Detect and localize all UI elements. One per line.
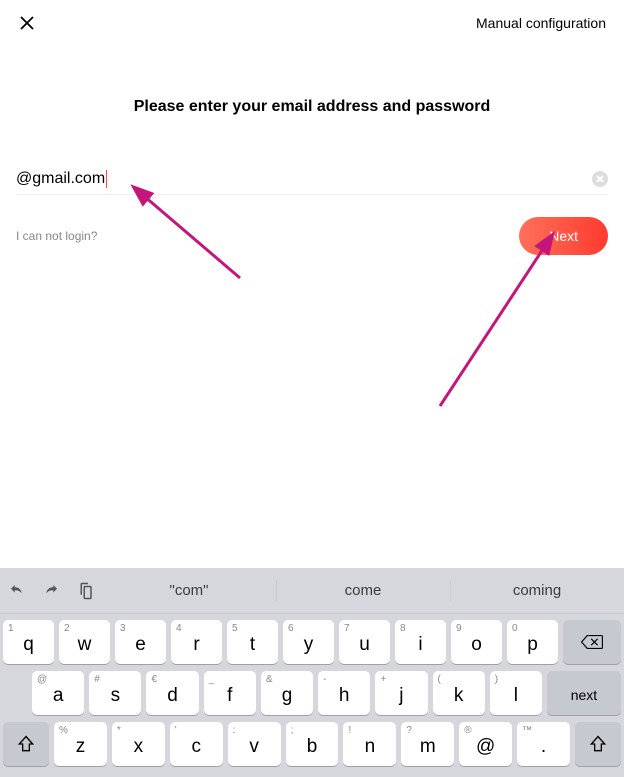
keyboard-row-3: %z*x'c:v;b!n?m®@™. bbox=[3, 722, 621, 766]
key-.[interactable]: ™. bbox=[517, 722, 570, 766]
key-l[interactable]: )l bbox=[490, 671, 542, 715]
key-z[interactable]: %z bbox=[54, 722, 107, 766]
clear-input-icon[interactable] bbox=[592, 171, 608, 187]
key-n[interactable]: !n bbox=[343, 722, 396, 766]
manual-configuration-link[interactable]: Manual configuration bbox=[476, 15, 606, 31]
keyboard-suggestions: "com" come coming bbox=[102, 570, 624, 611]
close-icon[interactable] bbox=[18, 14, 36, 32]
key-m[interactable]: ?m bbox=[401, 722, 454, 766]
key-r[interactable]: 4r bbox=[171, 620, 222, 664]
key-g[interactable]: &g bbox=[261, 671, 313, 715]
key-j[interactable]: +j bbox=[375, 671, 427, 715]
key-t[interactable]: 5t bbox=[227, 620, 278, 664]
keyboard-toolbar: "com" come coming bbox=[0, 568, 624, 614]
key-o[interactable]: 9o bbox=[451, 620, 502, 664]
key-w[interactable]: 2w bbox=[59, 620, 110, 664]
key-y[interactable]: 6y bbox=[283, 620, 334, 664]
key-b[interactable]: ;b bbox=[286, 722, 339, 766]
key-q[interactable]: 1q bbox=[3, 620, 54, 664]
key-x[interactable]: *x bbox=[112, 722, 165, 766]
page-title: Please enter your email address and pass… bbox=[0, 98, 624, 116]
keyboard-suggestion[interactable]: "com" bbox=[102, 570, 276, 611]
clipboard-icon[interactable] bbox=[68, 582, 102, 600]
key-v[interactable]: :v bbox=[228, 722, 281, 766]
key-s[interactable]: #s bbox=[89, 671, 141, 715]
key-d[interactable]: €d bbox=[146, 671, 198, 715]
key-f[interactable]: _f bbox=[204, 671, 256, 715]
key-u[interactable]: 7u bbox=[339, 620, 390, 664]
keyboard-next-key[interactable]: next bbox=[547, 671, 621, 715]
key-h[interactable]: -h bbox=[318, 671, 370, 715]
key-c[interactable]: 'c bbox=[170, 722, 223, 766]
keyboard-suggestion[interactable]: come bbox=[276, 570, 450, 611]
on-screen-keyboard: "com" come coming 1q2w3e4r5t6y7u8i9o0p @… bbox=[0, 568, 624, 777]
key-e[interactable]: 3e bbox=[115, 620, 166, 664]
keyboard-row-2: @a#s€d_f&g-h+j(k)lnext bbox=[3, 671, 621, 715]
annotation-arrow-to-next bbox=[400, 236, 580, 421]
redo-icon[interactable] bbox=[34, 582, 68, 600]
email-input-row: @gmail.com bbox=[16, 170, 608, 195]
key-k[interactable]: (k bbox=[433, 671, 485, 715]
undo-icon[interactable] bbox=[0, 582, 34, 600]
key-p[interactable]: 0p bbox=[507, 620, 558, 664]
keyboard-suggestion[interactable]: coming bbox=[450, 570, 624, 611]
key-@[interactable]: ®@ bbox=[459, 722, 512, 766]
key-a[interactable]: @a bbox=[32, 671, 84, 715]
shift-key-left[interactable] bbox=[3, 722, 49, 766]
header-bar: Manual configuration bbox=[0, 0, 624, 42]
action-row: I can not login? Next bbox=[16, 217, 608, 255]
keyboard-rows: 1q2w3e4r5t6y7u8i9o0p @a#s€d_f&g-h+j(k)ln… bbox=[0, 614, 624, 766]
shift-key-right[interactable] bbox=[575, 722, 621, 766]
backspace-key[interactable] bbox=[563, 620, 621, 664]
keyboard-row-1: 1q2w3e4r5t6y7u8i9o0p bbox=[3, 620, 621, 664]
key-i[interactable]: 8i bbox=[395, 620, 446, 664]
cannot-login-link[interactable]: I can not login? bbox=[16, 229, 97, 243]
text-caret bbox=[106, 170, 107, 188]
next-button[interactable]: Next bbox=[519, 217, 608, 255]
email-field-value[interactable]: @gmail.com bbox=[16, 170, 105, 188]
